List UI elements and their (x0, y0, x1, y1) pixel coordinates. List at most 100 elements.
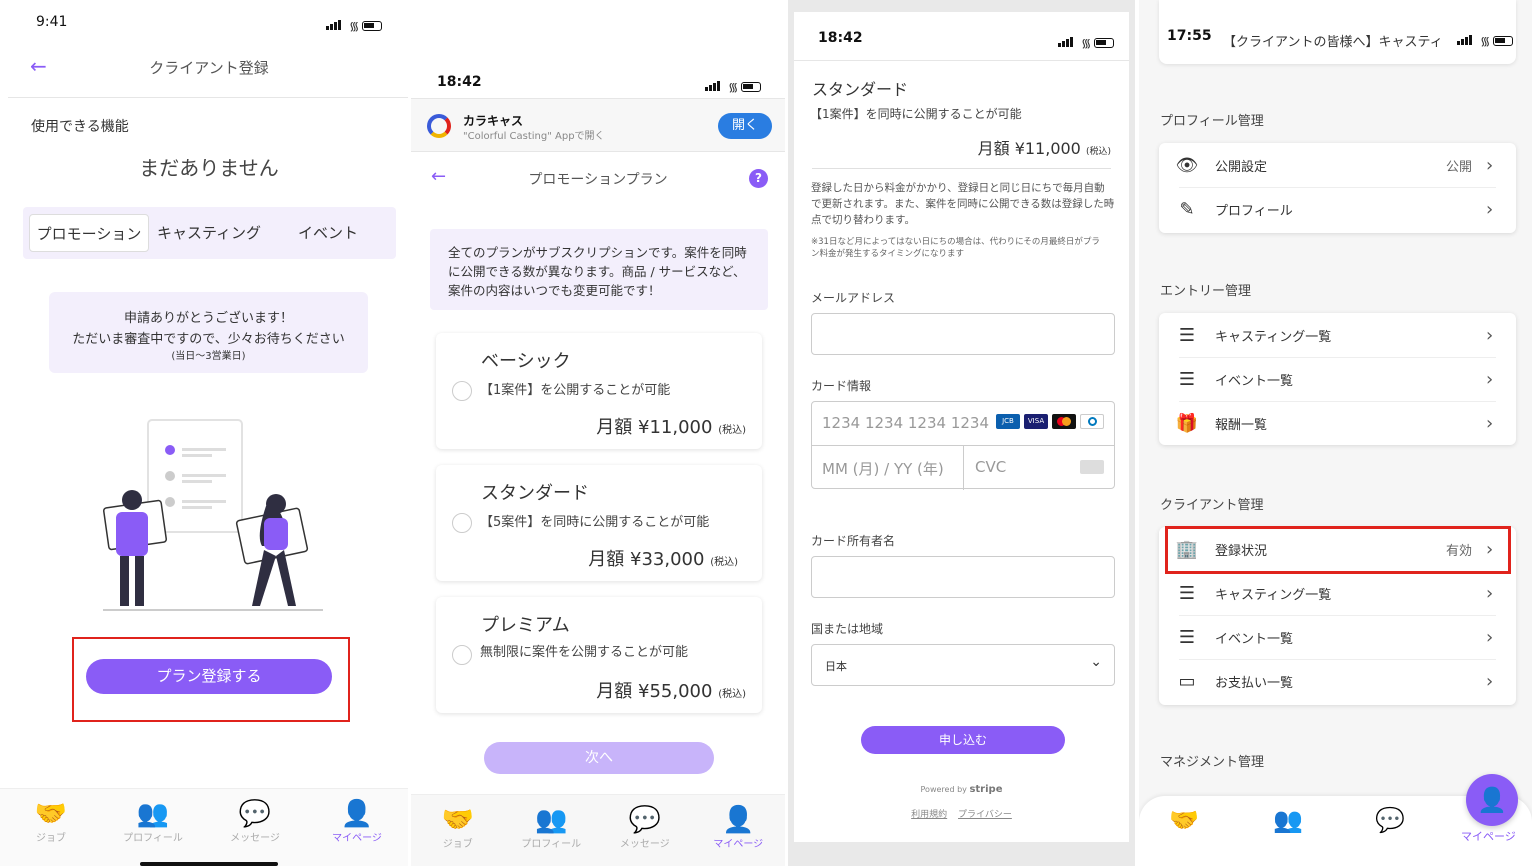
status-time: 9:41 (36, 14, 68, 30)
submit-button[interactable]: 申し込む (861, 726, 1065, 754)
entry-group: ☰ キャスティング一覧 › ☰ イベント一覧 › 🎁 報酬一覧 › (1159, 313, 1516, 445)
notice-line-3: (当日〜3営業日) (171, 351, 246, 362)
header-text: 【クライアントの皆様へ】キャスティ (1223, 35, 1443, 50)
menu-casting-list[interactable]: ☰ キャスティング一覧 › (1159, 313, 1516, 357)
tab-message[interactable]: 💬 メッセージ (210, 799, 300, 844)
privacy-link[interactable]: プライバシー (958, 810, 1012, 820)
pencil-icon: ✎ (1179, 198, 1195, 220)
expiry-field[interactable]: MM (月) / YY (年) (822, 458, 944, 479)
chat-icon: 💬 (238, 799, 272, 829)
handshake-icon: 🤝 (34, 799, 68, 829)
plan-name: スタンダード (481, 483, 589, 504)
person-icon: 👤 (340, 799, 374, 829)
menu-label: イベント一覧 (1215, 373, 1294, 389)
menu-label: キャスティング一覧 (1215, 329, 1332, 345)
tab-job[interactable]: 🤝 ジョブ (413, 805, 503, 850)
terms-link[interactable]: 利用規約 (911, 810, 947, 820)
screen-payment-form: 18:42 ᯾ スタンダード 【1案件】を同時に公開することが可能 月額 ¥11… (788, 0, 1135, 866)
person-icon: 👤 (1477, 786, 1507, 814)
app-subtitle: "Colorful Casting" Appで開く (463, 131, 605, 142)
people-icon[interactable]: 👥 (1273, 806, 1303, 834)
plan-price-value: 月額 ¥11,000 (596, 417, 713, 438)
menu-value: 公開 (1445, 159, 1472, 175)
plan-price-value: 月額 ¥55,000 (596, 681, 713, 702)
handshake-icon[interactable]: 🤝 (1169, 806, 1199, 834)
tab-promotion[interactable]: プロモーション (29, 214, 149, 252)
plan-price: 月額 ¥33,000 (税込) (588, 545, 738, 571)
section-management: マネジメント管理 (1160, 755, 1265, 770)
plan-radio[interactable] (452, 645, 472, 665)
tab-casting[interactable]: キャスティング (151, 214, 267, 252)
card-group: 1234 1234 1234 1234 JCB VISA MM (月) / YY… (811, 401, 1115, 490)
cvc-field[interactable]: CVC (975, 458, 1006, 476)
feature-tabs: プロモーション キャスティング イベント (23, 207, 396, 259)
page-title: プロモーションプラン (528, 172, 668, 188)
gift-icon: 🎁 (1175, 412, 1199, 434)
menu-event-list[interactable]: ☰ イベント一覧 › (1159, 357, 1516, 401)
tab-mypage[interactable]: 👤 マイページ (312, 799, 402, 844)
plan-price: 月額 ¥11,000 (税込) (978, 135, 1111, 159)
card-brands: JCB VISA (996, 414, 1104, 429)
chevron-right-icon: › (1486, 368, 1494, 390)
plan-price: 月額 ¥55,000 (税込) (596, 677, 746, 703)
tab-job[interactable]: 🤝 ジョブ (6, 799, 96, 844)
menu-label: お支払い一覧 (1215, 675, 1294, 691)
tab-message[interactable]: 💬 メッセージ (600, 805, 690, 850)
card-number-field[interactable]: 1234 1234 1234 1234 (822, 414, 989, 432)
plan-tax: (税込) (1085, 147, 1111, 157)
menu-visibility[interactable]: 👁 公開設定 公開 › (1159, 143, 1516, 187)
chat-icon[interactable]: 💬 (1375, 806, 1405, 834)
list-icon: ☰ (1178, 324, 1196, 346)
plan-card-basic[interactable]: ベーシック 【1案件】を公開することが可能 月額 ¥11,000 (税込) (436, 333, 762, 449)
menu-client-casting-list[interactable]: ☰ キャスティング一覧 › (1159, 571, 1516, 615)
menu-reward-list[interactable]: 🎁 報酬一覧 › (1159, 401, 1516, 445)
mastercard-icon (1052, 414, 1076, 429)
holder-label: カード所有者名 (811, 534, 896, 548)
app-logo-icon (427, 114, 451, 138)
plan-radio[interactable] (452, 381, 472, 401)
profile-group: 👁 公開設定 公開 › ✎ プロフィール › (1159, 143, 1516, 233)
billing-terms: 登録した日から料金がかかり、登録日と同じ日にちで毎月自動で更新されます。また、案… (811, 182, 1115, 226)
menu-label: 公開設定 (1215, 159, 1268, 175)
header-divider (8, 97, 408, 98)
person-icon: 👤 (722, 805, 755, 835)
plan-card-premium[interactable]: プレミアム 無制限に案件を公開することが可能 月額 ¥55,000 (税込) (436, 597, 762, 713)
cvc-card-icon (1080, 460, 1104, 474)
plan-price: 月額 ¥11,000 (税込) (596, 413, 746, 439)
section-entry: エントリー管理 (1160, 284, 1252, 299)
header-divider (794, 60, 1129, 61)
plan-desc: 【1案件】を公開することが可能 (480, 383, 671, 398)
country-label: 国または地域 (811, 622, 884, 636)
next-button[interactable]: 次へ (484, 742, 714, 774)
screen-mypage: 17:55 【クライアントの皆様へ】キャスティ ᯾ プロフィール管理 👁 公開設定… (1139, 0, 1532, 866)
smart-banner: カラキャス "Colorful Casting" Appで開く 開く (411, 98, 785, 152)
plan-card-standard[interactable]: スタンダード 【5案件】を同時に公開することが可能 月額 ¥33,000 (税込… (436, 465, 762, 581)
open-app-button[interactable]: 開く (718, 113, 772, 139)
country-value: 日本 (825, 660, 847, 673)
tab-mypage-label: マイページ (332, 833, 382, 844)
plan-desc: 無制限に案件を公開することが可能 (480, 645, 689, 660)
mypage-fab[interactable]: 👤 (1466, 774, 1518, 826)
menu-profile[interactable]: ✎ プロフィール › (1159, 187, 1516, 231)
plan-desc: 【5案件】を同時に公開することが可能 (480, 515, 710, 530)
plan-register-button[interactable]: プラン登録する (86, 659, 332, 694)
menu-label: イベント一覧 (1215, 631, 1294, 647)
status-icons: ᯾ (1058, 32, 1115, 51)
chevron-right-icon: › (1486, 324, 1494, 346)
tab-mypage[interactable]: 👤 マイページ (693, 805, 783, 850)
help-icon[interactable]: ? (749, 169, 768, 188)
screen-promotion-plans: 18:42 ᯾ カラキャス "Colorful Casting" Appで開く … (411, 0, 785, 866)
menu-label: キャスティング一覧 (1215, 587, 1332, 603)
tab-event[interactable]: イベント (273, 214, 383, 252)
plan-radio[interactable] (452, 513, 472, 533)
tab-bar: 🤝 ジョブ 👥 プロフィール 💬 メッセージ 👤 マイページ (0, 788, 408, 866)
chevron-right-icon: › (1486, 626, 1494, 648)
tab-profile[interactable]: 👥 プロフィール (108, 799, 198, 844)
menu-payment-list[interactable]: ▭ お支払い一覧 › (1159, 659, 1516, 703)
country-select[interactable]: 日本 ⌄ (811, 644, 1115, 686)
holder-name-field[interactable] (811, 556, 1115, 598)
email-field[interactable] (811, 313, 1115, 355)
tab-profile[interactable]: 👥 プロフィール (506, 805, 596, 850)
home-indicator (140, 862, 278, 866)
menu-client-event-list[interactable]: ☰ イベント一覧 › (1159, 615, 1516, 659)
